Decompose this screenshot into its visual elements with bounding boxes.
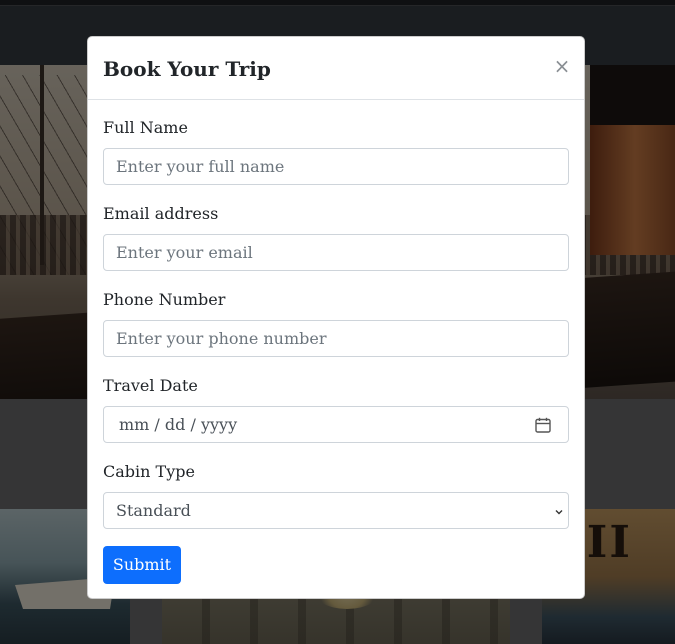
phone-input[interactable]: Enter your phone number [103, 320, 569, 357]
close-button[interactable]: × [551, 55, 573, 77]
phone-placeholder: Enter your phone number [116, 329, 327, 348]
chevron-down-icon [555, 510, 563, 515]
cabin-type-select[interactable]: Standard [103, 492, 569, 529]
travel-date-placeholder: mm / dd / yyyy [119, 415, 238, 434]
email-label: Email address [103, 204, 219, 223]
travel-date-input[interactable]: mm / dd / yyyy [103, 406, 569, 443]
cabin-type-value: Standard [116, 501, 191, 520]
travel-date-label: Travel Date [103, 376, 198, 395]
email-input[interactable]: Enter your email [103, 234, 569, 271]
cabin-type-label: Cabin Type [103, 462, 195, 481]
booking-modal: Book Your Trip × Full Name Enter your fu… [87, 36, 585, 599]
calendar-icon[interactable] [535, 417, 551, 433]
close-icon: × [553, 54, 571, 78]
submit-button[interactable]: Submit [103, 546, 181, 584]
modal-title: Book Your Trip [103, 57, 271, 81]
phone-label: Phone Number [103, 290, 226, 309]
email-placeholder: Enter your email [116, 243, 253, 262]
modal-header: Book Your Trip × [88, 37, 584, 100]
full-name-label: Full Name [103, 118, 188, 137]
full-name-placeholder: Enter your full name [116, 157, 285, 176]
full-name-input[interactable]: Enter your full name [103, 148, 569, 185]
